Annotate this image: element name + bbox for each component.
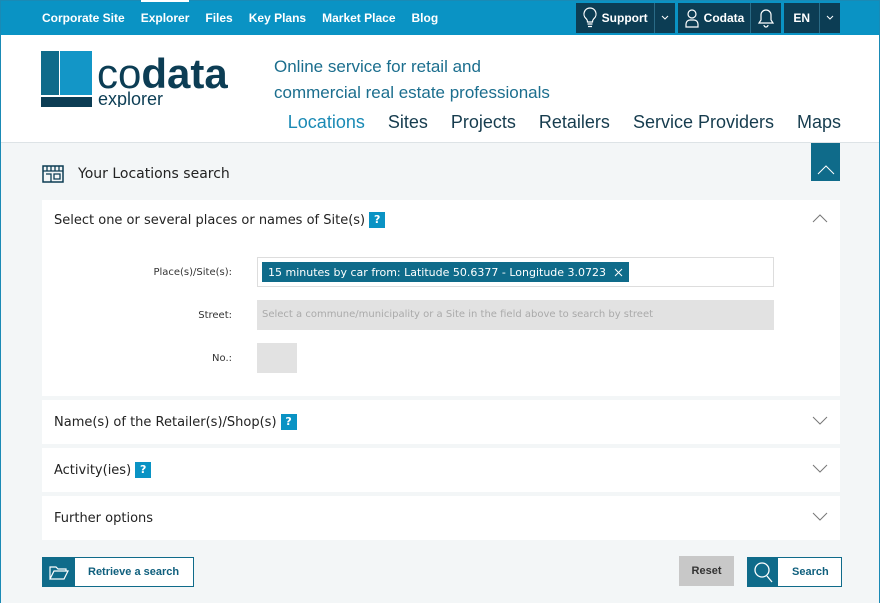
language-label: EN — [793, 11, 810, 25]
topnav-files[interactable]: Files — [205, 11, 232, 25]
further-options-panel[interactable]: Further options — [42, 496, 840, 540]
street-input[interactable]: Select a commune/municipality or a Site … — [257, 300, 774, 330]
activities-panel[interactable]: Activity(ies) ? — [42, 448, 840, 492]
help-icon[interactable]: ? — [135, 462, 152, 478]
user-button[interactable]: Codata — [678, 3, 751, 33]
retrieve-label: Retrieve a search — [88, 566, 180, 578]
topnav-market-place[interactable]: Market Place — [322, 11, 395, 25]
reset-button[interactable]: Reset — [679, 556, 734, 586]
chevron-down-icon[interactable] — [812, 416, 828, 426]
main-nav: Locations Sites Projects Retailers Servi… — [288, 112, 841, 133]
support-button[interactable]: Support — [576, 3, 654, 33]
section-title: Activity(ies) — [54, 462, 132, 478]
help-icon[interactable]: ? — [369, 212, 386, 228]
nav-sites[interactable]: Sites — [388, 112, 428, 133]
support-menu: Support — [575, 3, 675, 33]
chevron-down-icon — [661, 15, 669, 20]
chevron-up-icon[interactable] — [812, 213, 828, 223]
search-title: Your Locations search — [78, 166, 230, 182]
topnav-explorer[interactable]: Explorer — [140, 0, 189, 25]
storefront-icon — [42, 165, 64, 183]
search-label: Search — [792, 566, 829, 578]
topnav-key-plans[interactable]: Key Plans — [249, 11, 306, 25]
chevron-up-icon — [817, 165, 834, 175]
nav-maps[interactable]: Maps — [797, 112, 841, 133]
places-header[interactable]: Select one or several places or names of… — [42, 200, 840, 240]
section-title: Name(s) of the Retailer(s)/Shop(s) — [54, 414, 277, 430]
section-title: Select one or several places or names of… — [54, 212, 366, 228]
place-input[interactable]: 15 minutes by car from: Latitude 50.6377… — [257, 257, 774, 287]
top-nav: Corporate Site Explorer Files Key Plans … — [1, 0, 439, 25]
place-label: Place(s)/Site(s): — [153, 267, 232, 278]
logo[interactable]: codata explorer — [41, 50, 246, 111]
folder-icon — [49, 566, 69, 580]
chevron-down-icon — [826, 15, 834, 20]
language-dropdown[interactable] — [819, 3, 840, 33]
number-label: No.: — [212, 353, 232, 364]
nav-projects[interactable]: Projects — [451, 112, 516, 133]
bell-icon — [758, 9, 775, 28]
street-label: Street: — [198, 310, 232, 321]
close-icon[interactable] — [614, 268, 623, 277]
support-label: Support — [601, 11, 648, 25]
header: codata explorer Online service for retai… — [1, 35, 879, 143]
user-menu: Codata — [677, 3, 782, 33]
nav-locations[interactable]: Locations — [288, 112, 365, 133]
nav-retailers[interactable]: Retailers — [539, 112, 610, 133]
topnav-blog[interactable]: Blog — [412, 11, 439, 25]
search-icon — [754, 562, 773, 583]
number-input[interactable] — [257, 343, 297, 373]
user-icon — [685, 9, 699, 28]
search-button[interactable]: Search — [747, 557, 842, 587]
tagline: Online service for retail and commercial… — [274, 54, 550, 106]
codata-logo: codata explorer — [41, 50, 228, 109]
language-button[interactable]: EN — [784, 3, 819, 33]
search-area: Your Locations search Select one or seve… — [1, 143, 879, 603]
retailers-panel[interactable]: Name(s) of the Retailer(s)/Shop(s) ? — [42, 400, 840, 444]
chevron-down-icon[interactable] — [812, 464, 828, 474]
top-bar: Corporate Site Explorer Files Key Plans … — [1, 0, 879, 35]
chevron-down-icon[interactable] — [812, 512, 828, 522]
language-menu: EN — [784, 3, 840, 33]
help-icon[interactable]: ? — [280, 414, 297, 430]
svg-text:explorer: explorer — [98, 89, 163, 107]
place-tag-label: 15 minutes by car from: Latitude 50.6377… — [268, 265, 607, 279]
retrieve-search-button[interactable]: Retrieve a search — [42, 557, 194, 587]
nav-service-providers[interactable]: Service Providers — [633, 112, 774, 133]
tagline-line: Online service for retail and — [274, 57, 481, 76]
topnav-corporate-site[interactable]: Corporate Site — [42, 11, 125, 25]
lightbulb-icon — [583, 7, 597, 28]
places-panel: Select one or several places or names of… — [42, 200, 840, 396]
user-label: Codata — [703, 11, 745, 25]
collapse-button[interactable] — [811, 143, 840, 181]
notifications-button[interactable] — [750, 3, 781, 33]
section-title: Further options — [54, 510, 154, 526]
place-tag: 15 minutes by car from: Latitude 50.6377… — [262, 262, 630, 282]
support-dropdown[interactable] — [653, 3, 675, 33]
tagline-line: commercial real estate professionals — [274, 83, 550, 102]
